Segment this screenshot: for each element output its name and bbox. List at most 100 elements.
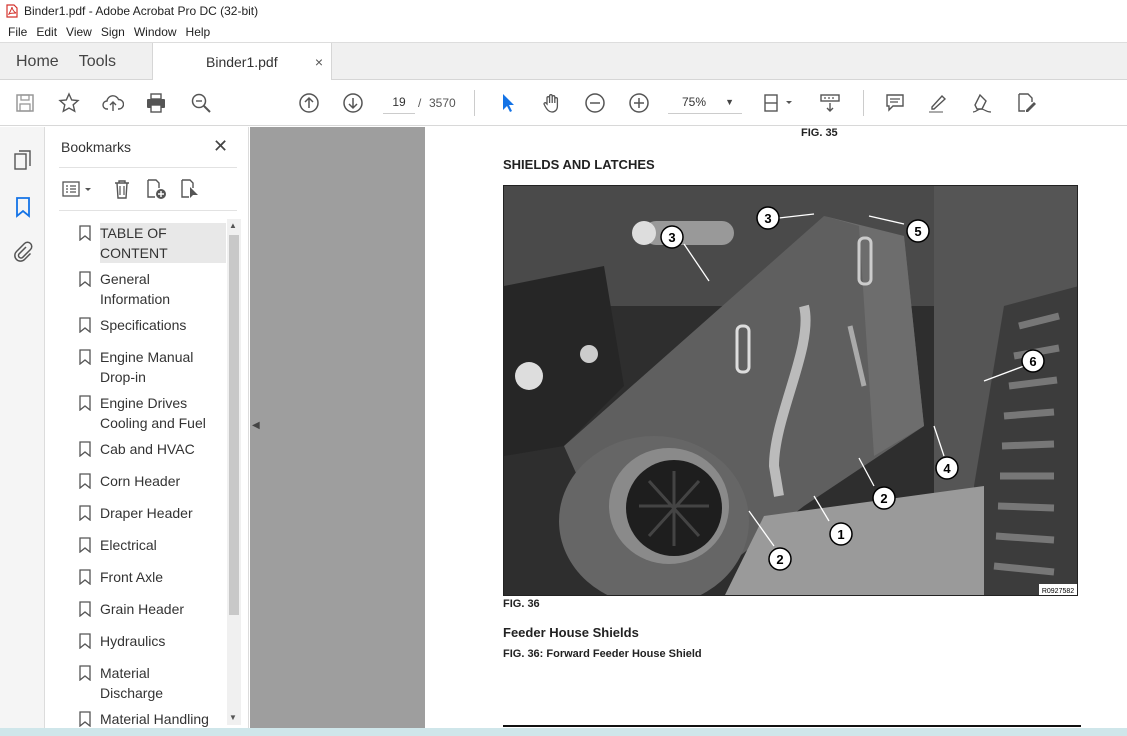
delete-trash-icon[interactable] (111, 178, 133, 200)
bookmark-ribbon-icon (79, 317, 91, 333)
highlight-pen-icon[interactable] (926, 91, 950, 115)
pdf-page: FIG. 35 SHIELDS AND LATCHES 3 3 5 6 4 2 … (425, 127, 1127, 736)
bookmark-search-icon[interactable] (179, 178, 201, 200)
bookmark-item[interactable]: General Information (59, 269, 227, 309)
page-layout-dropdown-icon[interactable] (762, 91, 798, 115)
bookmark-item[interactable]: Material Discharge (59, 663, 227, 703)
bookmark-item[interactable]: Grain Header (59, 599, 227, 619)
bookmark-item[interactable]: Electrical (59, 535, 227, 555)
bookmark-item[interactable]: Specifications (59, 315, 227, 335)
bookmark-ribbon-icon (79, 271, 91, 287)
main-toolbar (0, 80, 1127, 126)
callout-marker: 2 (872, 486, 896, 510)
bookmark-item[interactable]: TABLE OF CONTENT (59, 223, 227, 263)
bookmark-ribbon-icon (79, 537, 91, 553)
sign-pen-icon[interactable] (970, 91, 994, 115)
scroll-mode-icon[interactable] (818, 91, 842, 115)
bookmark-label: Engine Drives Cooling and Fuel (100, 395, 206, 431)
bookmark-item[interactable]: Engine Manual Drop-in (59, 347, 227, 387)
total-pages: 3570 (429, 96, 456, 110)
bookmark-item[interactable]: Hydraulics (59, 631, 227, 651)
hand-tool-icon[interactable] (540, 91, 564, 115)
toolbar-divider (474, 90, 475, 116)
bookmark-item[interactable]: Material Handling (59, 709, 227, 729)
taskbar-edge (0, 728, 1127, 736)
attachment-paperclip-icon[interactable] (11, 241, 35, 265)
scrollbar-thumb[interactable] (229, 235, 239, 615)
bookmark-item[interactable]: Corn Header (59, 471, 227, 491)
callout-number: 6 (1029, 354, 1036, 369)
bookmark-ribbon-icon (79, 225, 91, 241)
bookmark-item[interactable]: Engine Drives Cooling and Fuel (59, 393, 227, 433)
zoom-out-icon[interactable] (583, 91, 607, 115)
print-icon[interactable] (144, 91, 168, 115)
window-title: Binder1.pdf - Adobe Acrobat Pro DC (32-b… (24, 4, 259, 18)
bookmark-panel-icon[interactable] (11, 195, 35, 219)
subheading: Feeder House Shields (503, 625, 639, 640)
tab-home[interactable]: Home (0, 43, 75, 80)
tab-document[interactable]: Binder1.pdf × (152, 43, 332, 81)
bookmark-label: Front Axle (100, 569, 164, 585)
bookmark-label: Cab and HVAC (100, 441, 195, 457)
page-number-input[interactable]: 19 (383, 90, 415, 114)
select-cursor-icon[interactable] (496, 91, 520, 115)
bookmark-ribbon-icon (79, 395, 91, 411)
callout-number: 2 (776, 552, 783, 567)
edit-document-icon[interactable] (1014, 91, 1038, 115)
bookmark-options-icon[interactable] (61, 178, 95, 200)
next-page-icon[interactable] (341, 91, 365, 115)
page-separator: / (418, 96, 422, 110)
bookmark-ribbon-icon (79, 441, 91, 457)
callout-number: 4 (943, 461, 951, 476)
figure-label-top: FIG. 35 (801, 127, 838, 139)
close-tab-icon[interactable]: × (315, 54, 323, 70)
bookmark-label: Engine Manual Drop-in (100, 349, 194, 385)
menu-bar: File Edit View Sign Window Help (0, 22, 1127, 42)
page-thumbnails-icon[interactable] (11, 149, 35, 173)
callout-number: 5 (914, 224, 921, 239)
menu-view[interactable]: View (62, 25, 96, 39)
title-bar: Binder1.pdf - Adobe Acrobat Pro DC (32-b… (0, 0, 1127, 22)
bookmark-label: Draper Header (100, 505, 193, 521)
scroll-up-icon[interactable]: ▲ (229, 221, 237, 230)
tab-tools[interactable]: Tools (75, 43, 132, 80)
bookmark-label: Corn Header (100, 473, 181, 489)
callout-marker: 2 (768, 547, 792, 571)
bookmarks-scrollbar[interactable]: ▲ ▼ (227, 219, 241, 725)
star-icon[interactable] (57, 91, 81, 115)
callout-number: 2 (880, 491, 887, 506)
bookmark-label: Grain Header (100, 601, 185, 617)
callout-number: 3 (668, 230, 675, 245)
section-title: SHIELDS AND LATCHES (503, 157, 655, 172)
menu-sign[interactable]: Sign (97, 25, 129, 39)
close-panel-icon[interactable]: ✕ (213, 136, 228, 157)
new-bookmark-icon[interactable] (145, 178, 167, 200)
bookmark-label: Hydraulics (100, 633, 166, 649)
save-icon[interactable] (13, 91, 37, 115)
menu-edit[interactable]: Edit (32, 25, 61, 39)
previous-page-icon[interactable] (297, 91, 321, 115)
scroll-down-icon[interactable]: ▼ (229, 713, 237, 722)
bookmark-ribbon-icon (79, 601, 91, 617)
bookmark-item[interactable]: Front Axle (59, 567, 227, 587)
bookmark-ribbon-icon (79, 711, 91, 727)
bookmark-label: Electrical (100, 537, 157, 553)
zoom-search-icon[interactable] (189, 91, 213, 115)
menu-file[interactable]: File (4, 25, 31, 39)
photo-id-label: R0927582 (1042, 588, 1074, 595)
bookmark-label: Material Handling (100, 711, 209, 727)
bookmark-label: General Information (100, 271, 171, 307)
zoom-in-icon[interactable] (627, 91, 651, 115)
collapse-panel-icon[interactable]: ◀ (252, 420, 260, 431)
callout-number: 3 (764, 211, 771, 226)
comment-icon[interactable] (883, 91, 907, 115)
callout-marker: 4 (935, 456, 959, 480)
menu-window[interactable]: Window (130, 25, 181, 39)
upload-cloud-icon[interactable] (101, 91, 125, 115)
zoom-select[interactable]: 75% ▼ (668, 90, 742, 114)
document-view[interactable]: FIG. 35 SHIELDS AND LATCHES 3 3 5 6 4 2 … (250, 127, 1127, 736)
menu-help[interactable]: Help (182, 25, 215, 39)
callout-marker: 3 (756, 206, 780, 230)
bookmark-item[interactable]: Draper Header (59, 503, 227, 523)
bookmark-item[interactable]: Cab and HVAC (59, 439, 227, 459)
